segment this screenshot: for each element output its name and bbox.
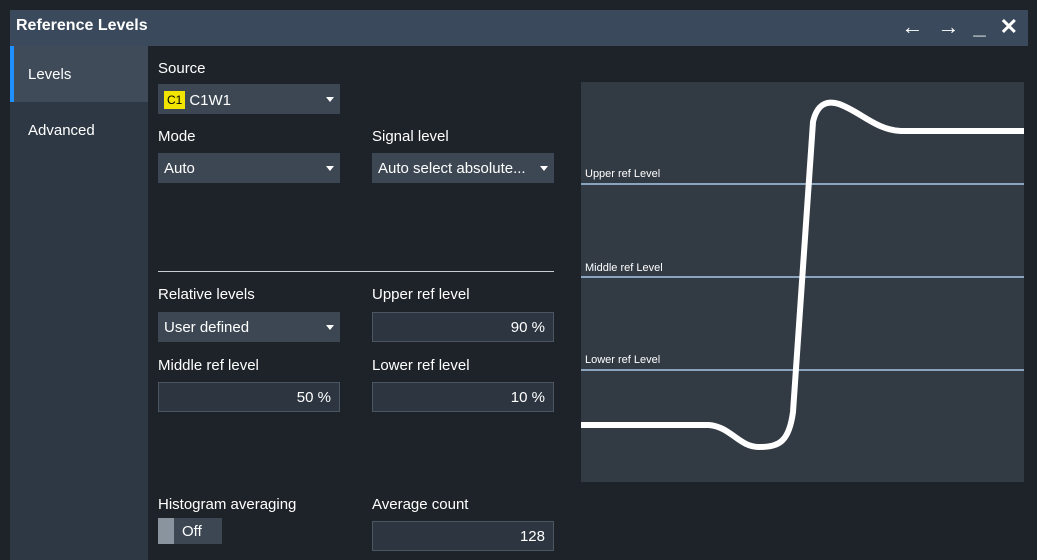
- chevron-down-icon: [326, 97, 334, 102]
- middle-ref-level-label: Middle ref level: [158, 357, 259, 374]
- average-count-value: 128: [519, 528, 545, 545]
- average-count-label: Average count: [372, 496, 469, 513]
- chevron-down-icon: [540, 166, 548, 171]
- sidebar-item-label: Levels: [28, 66, 72, 83]
- source-value: C1W1: [189, 92, 232, 109]
- chevron-down-icon: [326, 325, 334, 330]
- relative-levels-dropdown[interactable]: User defined: [158, 312, 340, 342]
- signal-edge-waveform: [581, 99, 1024, 450]
- signal-level-label: Signal level: [372, 128, 449, 145]
- channel-chip: C1: [164, 91, 186, 109]
- middle-ref-diagram-label: Middle ref Level: [585, 262, 663, 274]
- source-label: Source: [158, 60, 206, 77]
- sidebar: Levels Advanced: [10, 46, 148, 560]
- lower-ref-level-field[interactable]: 10 %: [372, 382, 554, 412]
- minimize-icon[interactable]: _: [973, 13, 985, 41]
- relative-levels-value: User defined: [164, 319, 250, 336]
- histogram-averaging-value: Off: [182, 523, 202, 540]
- sidebar-item-label: Advanced: [28, 122, 95, 139]
- title-bar: Reference Levels ← → _ ✕: [10, 10, 1028, 46]
- histogram-averaging-toggle[interactable]: Off: [158, 518, 222, 544]
- reference-level-diagram: Upper ref Level Middle ref Level Lower r…: [581, 82, 1024, 482]
- section-divider: [158, 271, 554, 272]
- window-title: Reference Levels: [16, 17, 148, 34]
- signal-level-dropdown[interactable]: Auto select absolute...: [372, 153, 554, 183]
- lower-ref-level-label: Lower ref level: [372, 357, 470, 374]
- middle-ref-level-value: 50 %: [296, 389, 331, 406]
- back-arrow-icon[interactable]: ←: [901, 13, 923, 41]
- mode-label: Mode: [158, 128, 196, 145]
- source-value-wrap: C1 C1W1: [164, 91, 231, 109]
- upper-ref-diagram-label: Upper ref Level: [585, 168, 660, 180]
- upper-ref-level-label: Upper ref level: [372, 286, 470, 303]
- signal-level-value: Auto select absolute...: [378, 160, 526, 177]
- average-count-field[interactable]: 128: [372, 521, 554, 551]
- mode-value: Auto: [164, 160, 195, 177]
- relative-levels-label: Relative levels: [158, 286, 255, 303]
- upper-ref-level-field[interactable]: 90 %: [372, 312, 554, 342]
- middle-ref-level-field[interactable]: 50 %: [158, 382, 340, 412]
- chevron-down-icon: [326, 166, 334, 171]
- window-controls: ← → _ ✕: [901, 13, 1018, 41]
- lower-ref-level-value: 10 %: [510, 389, 545, 406]
- sidebar-item-levels[interactable]: Levels: [10, 46, 148, 102]
- forward-arrow-icon[interactable]: →: [937, 13, 959, 41]
- source-dropdown[interactable]: C1 C1W1: [158, 84, 340, 114]
- histogram-averaging-label: Histogram averaging: [158, 496, 297, 513]
- mode-dropdown[interactable]: Auto: [158, 153, 340, 183]
- sidebar-item-advanced[interactable]: Advanced: [10, 102, 148, 158]
- toggle-knob: [158, 518, 174, 544]
- reference-level-svg: Upper ref Level Middle ref Level Lower r…: [581, 99, 1024, 450]
- lower-ref-diagram-label: Lower ref Level: [585, 354, 660, 366]
- close-icon[interactable]: ✕: [1000, 13, 1018, 41]
- upper-ref-level-value: 90 %: [510, 319, 545, 336]
